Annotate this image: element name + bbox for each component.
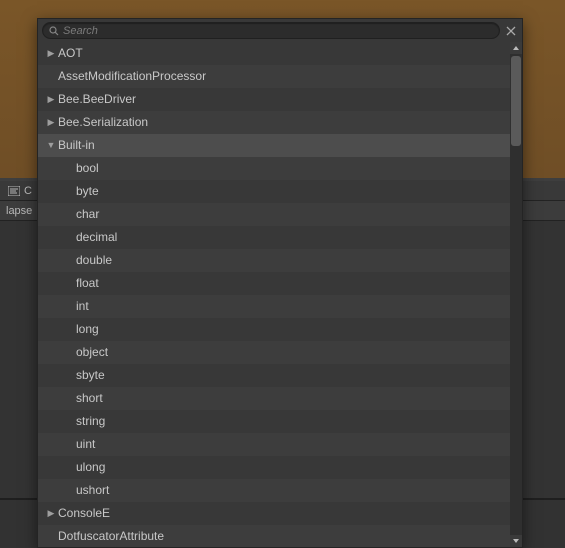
- tree-item-label: string: [76, 414, 105, 428]
- tree-item-label: AOT: [58, 46, 83, 60]
- tree-row[interactable]: ▶ConsoleE: [38, 502, 510, 525]
- tree-item-label: Built-in: [58, 138, 95, 152]
- tree-viewport: ▶AOT▶AssetModificationProcessor▶Bee.BeeD…: [38, 42, 522, 547]
- type-picker-popup: ▶AOT▶AssetModificationProcessor▶Bee.BeeD…: [37, 18, 523, 548]
- tree-item-label: ushort: [76, 483, 109, 497]
- type-tree[interactable]: ▶AOT▶AssetModificationProcessor▶Bee.BeeD…: [38, 42, 510, 547]
- tree-item-label: ConsoleE: [58, 506, 110, 520]
- tree-item-label: short: [76, 391, 103, 405]
- search-input[interactable]: [63, 23, 493, 38]
- tree-row[interactable]: ▶DotfuscatorAttribute: [38, 525, 510, 547]
- tree-row[interactable]: ▶char: [38, 203, 510, 226]
- tree-item-label: char: [76, 207, 99, 221]
- tree-row[interactable]: ▶bool: [38, 157, 510, 180]
- tree-row[interactable]: ▶byte: [38, 180, 510, 203]
- tree-item-label: AssetModificationProcessor: [58, 69, 206, 83]
- tree-item-label: byte: [76, 184, 99, 198]
- panel-tab-label[interactable]: C: [24, 185, 32, 197]
- console-tab-icon: [8, 186, 20, 196]
- search-row: [38, 19, 522, 42]
- vertical-scrollbar[interactable]: [510, 42, 522, 547]
- tree-row[interactable]: ▶object: [38, 341, 510, 364]
- tree-row[interactable]: ▶sbyte: [38, 364, 510, 387]
- tree-row[interactable]: ▶Bee.Serialization: [38, 111, 510, 134]
- tree-row[interactable]: ▶uint: [38, 433, 510, 456]
- expander-right-icon[interactable]: ▶: [46, 48, 56, 59]
- tree-item-label: uint: [76, 437, 95, 451]
- tree-item-label: ulong: [76, 460, 105, 474]
- tree-item-label: sbyte: [76, 368, 105, 382]
- tree-item-label: bool: [76, 161, 99, 175]
- tree-row[interactable]: ▶short: [38, 387, 510, 410]
- expander-right-icon[interactable]: ▶: [46, 94, 56, 105]
- tree-item-label: long: [76, 322, 99, 336]
- tree-item-label: Bee.BeeDriver: [58, 92, 136, 106]
- tree-row[interactable]: ▶float: [38, 272, 510, 295]
- search-field-wrap[interactable]: [42, 22, 500, 39]
- expander-right-icon[interactable]: ▶: [46, 117, 56, 128]
- tree-row[interactable]: ▶int: [38, 295, 510, 318]
- tree-item-label: float: [76, 276, 99, 290]
- tree-row[interactable]: ▶string: [38, 410, 510, 433]
- tree-item-label: decimal: [76, 230, 117, 244]
- close-button[interactable]: [504, 24, 518, 38]
- scroll-up-button[interactable]: [510, 42, 522, 54]
- scroll-down-button[interactable]: [510, 535, 522, 547]
- expander-down-icon[interactable]: ▼: [46, 140, 56, 150]
- tree-row[interactable]: ▶ushort: [38, 479, 510, 502]
- tree-item-label: Bee.Serialization: [58, 115, 148, 129]
- tree-row[interactable]: ▶AOT: [38, 42, 510, 65]
- tree-row[interactable]: ▼Built-in: [38, 134, 510, 157]
- tree-item-label: int: [76, 299, 89, 313]
- tree-item-label: double: [76, 253, 112, 267]
- scroll-thumb[interactable]: [511, 56, 521, 146]
- tree-row[interactable]: ▶Bee.BeeDriver: [38, 88, 510, 111]
- tree-item-label: object: [76, 345, 108, 359]
- collapse-button[interactable]: lapse: [0, 202, 38, 220]
- expander-right-icon[interactable]: ▶: [46, 508, 56, 519]
- search-icon: [49, 26, 59, 36]
- tree-row[interactable]: ▶decimal: [38, 226, 510, 249]
- tree-row[interactable]: ▶AssetModificationProcessor: [38, 65, 510, 88]
- tree-row[interactable]: ▶ulong: [38, 456, 510, 479]
- tree-row[interactable]: ▶double: [38, 249, 510, 272]
- tree-row[interactable]: ▶long: [38, 318, 510, 341]
- tree-item-label: DotfuscatorAttribute: [58, 529, 164, 543]
